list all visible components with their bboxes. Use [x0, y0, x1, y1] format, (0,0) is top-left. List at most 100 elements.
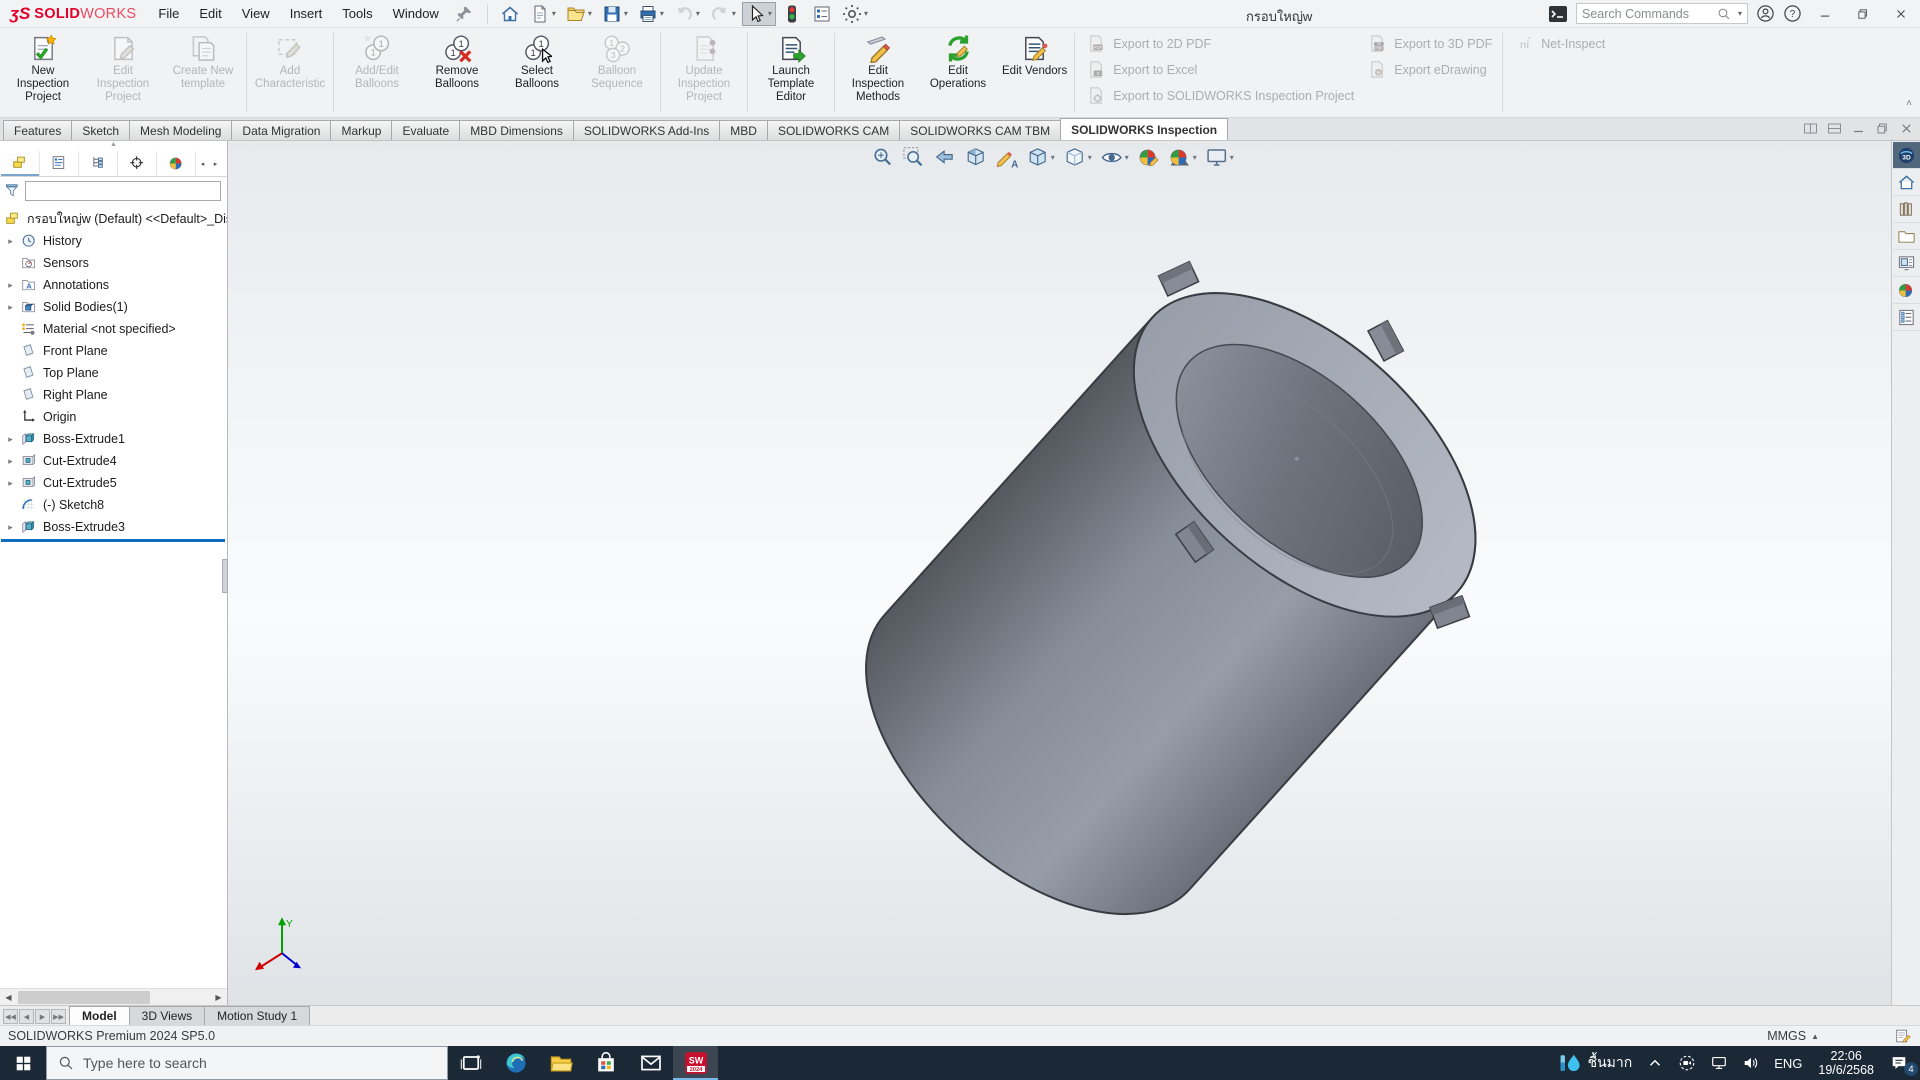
pin-icon[interactable] — [455, 5, 473, 23]
section-view-button[interactable] — [964, 146, 987, 169]
next-tab-icon[interactable]: ▶ — [35, 1009, 50, 1024]
user-account-icon[interactable] — [1756, 4, 1775, 23]
filter-funnel-icon[interactable] — [5, 183, 21, 199]
panel-tabs-scroll-right-icon[interactable]: ▸ — [209, 151, 222, 176]
prev-tab-icon[interactable]: ◀ — [19, 1009, 34, 1024]
tab-sketch[interactable]: Sketch — [71, 120, 130, 140]
taskpane-custom-properties-button[interactable] — [1893, 304, 1920, 331]
maximize-button[interactable] — [1848, 2, 1878, 26]
dropdown-caret-icon[interactable]: ▾ — [864, 9, 868, 18]
graphics-viewport[interactable]: A▾▾▾▾▾ — [228, 141, 1891, 1005]
expand-arrow-icon[interactable]: ▸ — [5, 236, 16, 247]
dropdown-caret-icon[interactable]: ▾ — [552, 9, 556, 18]
split-pane-horizontal-icon[interactable] — [1827, 121, 1842, 136]
tree-filter-input[interactable] — [25, 181, 221, 201]
doctab-motion-study-1[interactable]: Motion Study 1 — [204, 1006, 310, 1025]
dropdown-caret-icon[interactable]: ▾ — [1230, 153, 1234, 162]
notification-center[interactable]: 4 — [1883, 1046, 1920, 1080]
launch-template-editor-button[interactable]: Launch Template Editor — [751, 30, 831, 115]
tab-evaluate[interactable]: Evaluate — [391, 120, 460, 140]
doctab-3d-views[interactable]: 3D Views — [129, 1006, 205, 1025]
tree-item-boss-extrude1[interactable]: ▸Boss-Extrude1 — [0, 428, 227, 450]
taskbar-app-edge[interactable] — [493, 1046, 538, 1080]
dropdown-caret-icon[interactable]: ▾ — [1125, 153, 1129, 162]
expand-arrow-icon[interactable]: ▸ — [5, 456, 16, 467]
view-orientation-button[interactable]: ▾ — [1026, 146, 1055, 169]
taskbar-app-mail[interactable] — [628, 1046, 673, 1080]
expand-arrow-icon[interactable]: ▸ — [5, 280, 16, 291]
split-pane-vertical-icon[interactable] — [1803, 121, 1818, 136]
doc-minimize-icon[interactable] — [1851, 121, 1866, 136]
help-icon[interactable]: ? — [1783, 4, 1802, 23]
tab-features[interactable]: Features — [3, 120, 72, 140]
open-button[interactable]: ▾ — [562, 2, 596, 26]
dropdown-caret-icon[interactable]: ▾ — [1051, 153, 1055, 162]
tab-markup[interactable]: Markup — [330, 120, 392, 140]
language-indicator[interactable]: ENG — [1767, 1046, 1809, 1080]
edit-vendors-button[interactable]: Edit Vendors — [998, 30, 1071, 115]
menu-file[interactable]: File — [148, 0, 189, 27]
panel-tab-configurationmanager[interactable] — [79, 151, 118, 176]
edit-appearance-button[interactable] — [1137, 146, 1160, 169]
panel-tab-displaymanager[interactable] — [157, 151, 196, 176]
dropdown-caret-icon[interactable]: ▾ — [696, 9, 700, 18]
dropdown-caret-icon[interactable]: ▾ — [1088, 153, 1092, 162]
expand-arrow-icon[interactable]: ▸ — [5, 522, 16, 533]
select-balloons-button[interactable]: 11Select Balloons — [497, 30, 577, 115]
menu-edit[interactable]: Edit — [189, 0, 231, 27]
search-icon[interactable] — [1717, 7, 1731, 21]
apply-scene-button[interactable]: ▾ — [1168, 146, 1197, 169]
panel-tab-propertymanager[interactable] — [40, 151, 79, 176]
taskbar-app-solidworks-app[interactable]: SW2024 — [673, 1046, 718, 1080]
options-display-button[interactable] — [808, 2, 836, 26]
taskpane-design-library-button[interactable] — [1893, 196, 1920, 223]
tag-note-icon[interactable] — [1894, 1027, 1912, 1045]
previous-view-button[interactable] — [933, 146, 956, 169]
units-caret-icon[interactable]: ▲ — [1811, 1032, 1819, 1041]
settings-button[interactable]: ▾ — [838, 2, 872, 26]
tab-solidworks-cam-tbm[interactable]: SOLIDWORKS CAM TBM — [899, 120, 1061, 140]
search-commands-input[interactable]: Search Commands ▾ — [1576, 3, 1748, 24]
scroll-left-icon[interactable]: ◀ — [0, 989, 17, 1006]
taskbar-app-file-explorer-app[interactable] — [538, 1046, 583, 1080]
tree-item-cut-extrude4[interactable]: ▸Cut-Extrude4 — [0, 450, 227, 472]
dropdown-caret-icon[interactable]: ▾ — [1193, 153, 1197, 162]
menu-tools[interactable]: Tools — [332, 0, 382, 27]
taskpane-appearances-button[interactable] — [1893, 277, 1920, 304]
taskpane-view-palette-button[interactable] — [1893, 250, 1920, 277]
hide-show-items-button[interactable]: ▾ — [1100, 146, 1129, 169]
tab-mbd[interactable]: MBD — [719, 120, 768, 140]
print-button[interactable]: ▾ — [634, 2, 668, 26]
expand-arrow-icon[interactable]: ▸ — [5, 434, 16, 445]
edit-inspection-methods-button[interactable]: Edit Inspection Methods — [838, 30, 918, 115]
units-label[interactable]: MMGS — [1767, 1029, 1806, 1043]
taskpane-resources-button[interactable] — [1893, 169, 1920, 196]
tree-item-sensors[interactable]: Sensors — [0, 252, 227, 274]
taskpane-3dexperience-button[interactable]: 3D — [1893, 142, 1920, 169]
dropdown-caret-icon[interactable]: ▾ — [732, 9, 736, 18]
new-document-button[interactable]: ▾ — [526, 2, 560, 26]
search-dropdown-caret[interactable]: ▾ — [1738, 9, 1742, 18]
dropdown-caret-icon[interactable]: ▾ — [660, 9, 664, 18]
doc-restore-icon[interactable] — [1875, 121, 1890, 136]
doc-close-icon[interactable] — [1899, 121, 1914, 136]
display-style-button[interactable]: ▾ — [1063, 146, 1092, 169]
zoom-to-fit-button[interactable] — [871, 146, 894, 169]
last-tab-icon[interactable]: ▶▶ — [51, 1009, 66, 1024]
menu-window[interactable]: Window — [383, 0, 449, 27]
taskpane-file-explorer-pane-button[interactable] — [1893, 223, 1920, 250]
expand-arrow-icon[interactable]: ▸ — [5, 302, 16, 313]
taskbar-search-input[interactable]: Type here to search — [46, 1046, 448, 1080]
select-button[interactable]: ▾ — [742, 2, 776, 26]
ribbon-collapse-chevron[interactable]: ˄ — [1906, 98, 1912, 109]
rollback-bar[interactable] — [1, 539, 225, 542]
minimize-button[interactable] — [1810, 2, 1840, 26]
panel-tab-featuremanager[interactable] — [1, 151, 40, 176]
tree-item-front-plane[interactable]: Front Plane — [0, 340, 227, 362]
tab-data-migration[interactable]: Data Migration — [231, 120, 331, 140]
tab-mbd-dimensions[interactable]: MBD Dimensions — [459, 120, 574, 140]
scrollbar-thumb[interactable] — [18, 991, 150, 1004]
dropdown-caret-icon[interactable]: ▾ — [624, 9, 628, 18]
close-button[interactable] — [1886, 2, 1916, 26]
tree-item-history[interactable]: ▸History — [0, 230, 227, 252]
